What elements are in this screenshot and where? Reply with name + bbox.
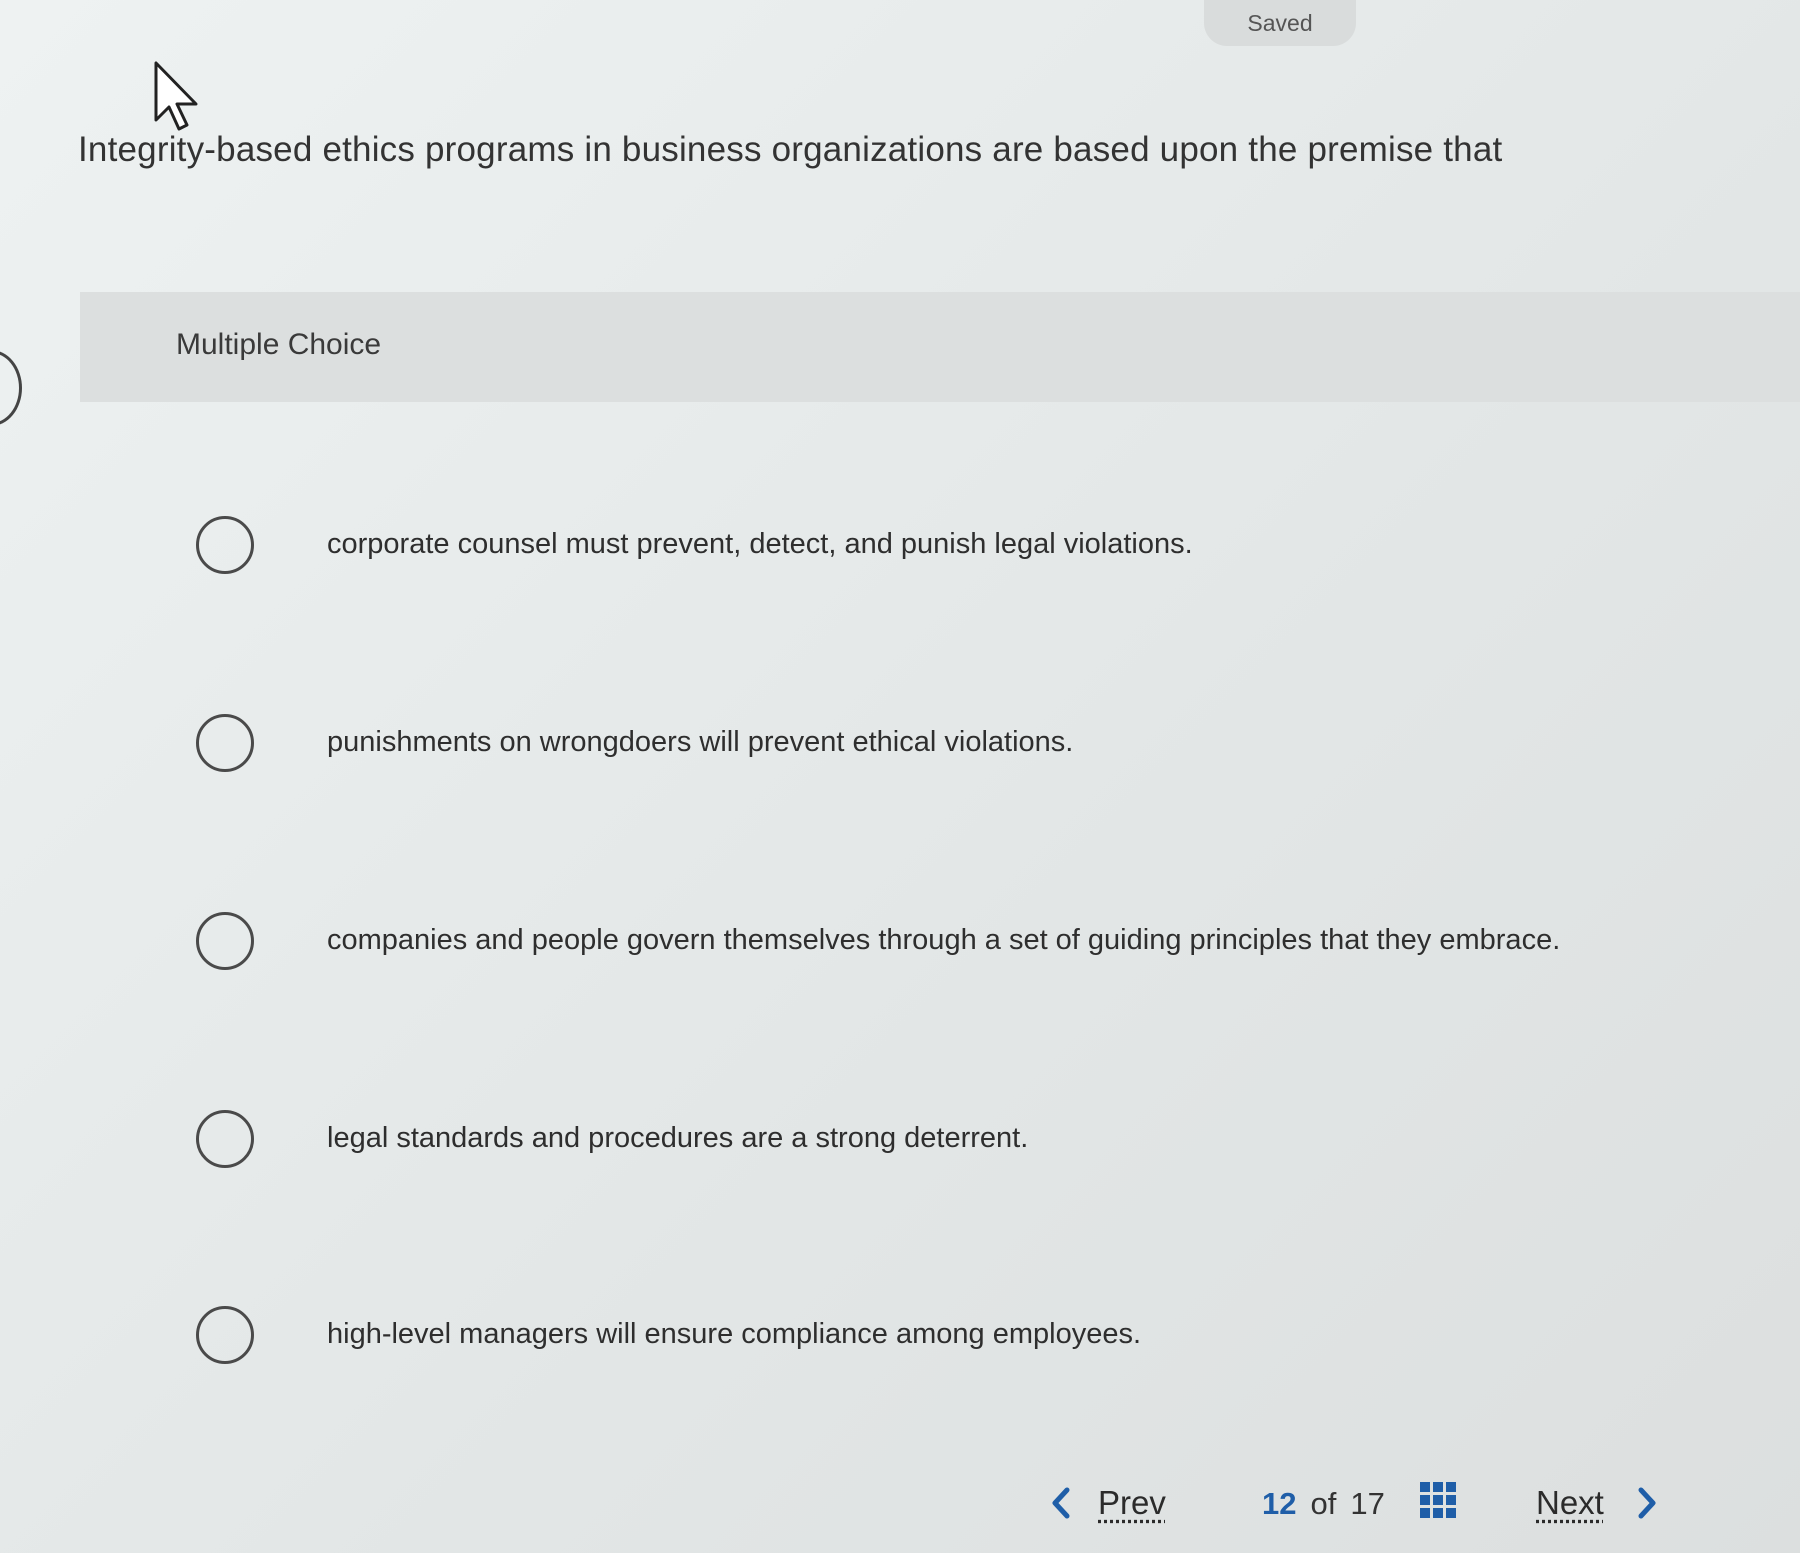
choice-option-5[interactable]: high-level managers will ensure complian… (196, 1306, 1696, 1370)
choice-option-1[interactable]: corporate counsel must prevent, detect, … (196, 516, 1696, 580)
radio-button[interactable] (196, 516, 254, 574)
radio-button[interactable] (196, 714, 254, 772)
mouse-cursor-icon (154, 61, 198, 131)
next-label: Next (1536, 1484, 1604, 1521)
grid-icon[interactable] (1420, 1482, 1458, 1520)
choice-option-3[interactable]: companies and people govern themselves t… (196, 912, 1696, 976)
radio-button[interactable] (196, 1110, 254, 1168)
choice-label: legal standards and procedures are a str… (327, 1122, 1029, 1154)
question-type-header: Multiple Choice (80, 292, 1800, 402)
prev-label: Prev (1098, 1484, 1166, 1521)
total-pages-number: 17 (1350, 1486, 1385, 1521)
prev-button[interactable]: Prev (1050, 1484, 1166, 1522)
saved-status-badge: Saved (1204, 0, 1356, 46)
radio-button[interactable] (196, 912, 254, 970)
question-text: Integrity-based ethics programs in busin… (78, 130, 1503, 169)
radio-button[interactable] (196, 1306, 254, 1364)
choice-option-4[interactable]: legal standards and procedures are a str… (196, 1110, 1696, 1174)
choice-option-2[interactable]: punishments on wrongdoers will prevent e… (196, 714, 1696, 778)
page-of-label: of (1310, 1486, 1337, 1521)
current-page-number: 12 (1262, 1486, 1297, 1521)
next-button[interactable]: Next (1536, 1484, 1658, 1522)
choice-label: corporate counsel must prevent, detect, … (327, 528, 1193, 560)
chevron-left-icon (1052, 1487, 1070, 1519)
chevron-right-icon (1638, 1487, 1656, 1519)
choice-label: high-level managers will ensure complian… (327, 1318, 1142, 1350)
choice-label: punishments on wrongdoers will prevent e… (327, 726, 1074, 758)
page-counter: 12 of 17 (1262, 1486, 1385, 1522)
question-type-label: Multiple Choice (176, 328, 382, 361)
choice-label: companies and people govern themselves t… (327, 924, 1561, 956)
side-tab-edge (0, 350, 22, 426)
